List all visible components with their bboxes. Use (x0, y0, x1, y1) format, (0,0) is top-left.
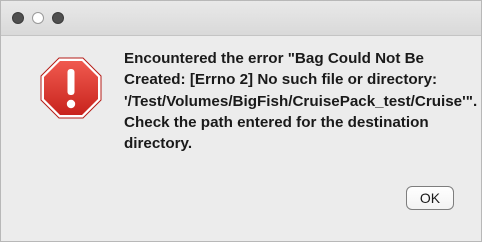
minimize-window-button[interactable] (32, 12, 44, 24)
alert-dialog-window: Encountered the error "Bag Could Not Be … (0, 0, 482, 242)
title-bar (1, 1, 481, 36)
close-window-button[interactable] (12, 12, 24, 24)
error-message: Encountered the error "Bag Could Not Be … (124, 50, 478, 153)
zoom-window-button[interactable] (52, 12, 64, 24)
stop-alert-icon (40, 57, 102, 119)
ok-button[interactable]: OK (406, 186, 454, 210)
